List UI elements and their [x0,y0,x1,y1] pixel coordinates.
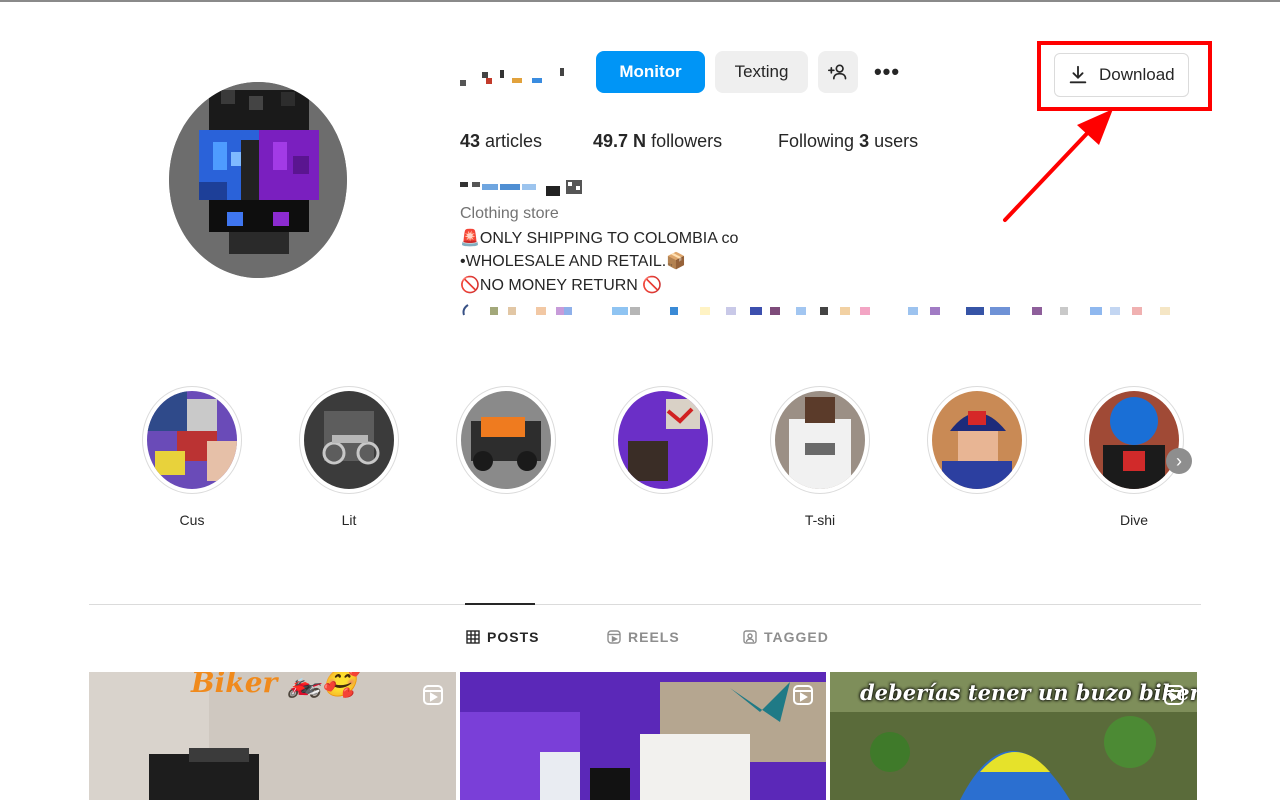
window-top-border [0,0,1280,2]
post-thumbnail[interactable]: deberías tener un buzo biker [830,672,1197,800]
highlight-label: Lit [341,512,357,528]
highlight-label: Cus [179,512,205,528]
highlight-image [461,391,551,489]
following-count: 3 [859,131,870,151]
highlight-ring[interactable] [456,386,556,494]
annotation-arrow-icon [1003,109,1113,222]
post-caption: deberías tener un buzo biker [860,680,1197,705]
reel-icon [793,685,813,705]
highlights-next-chevron-icon[interactable]: › [1166,448,1192,474]
bio-display-name [460,178,590,200]
post-caption: Biker 🏍️🥰 [191,672,357,699]
highlight-image [618,391,708,489]
monitor-button[interactable]: Monitor [596,51,705,93]
tab-tagged[interactable]: TAGGED [743,629,829,645]
following-suffix: users [874,131,919,151]
highlight-item[interactable] [613,386,713,494]
highlight-label: T-shi [804,512,836,528]
post-thumbnail[interactable]: Biker 🏍️🥰 [89,672,456,800]
bio-line-shipping: 🚨ONLY SHIPPING TO COLOMBIA co [460,230,739,247]
highlight-ring[interactable] [1084,386,1184,494]
tab-tagged-label: TAGGED [764,629,829,645]
highlight-ring[interactable] [613,386,713,494]
reel-icon [1164,685,1184,705]
highlight-image [147,391,237,489]
following-prefix: Following [778,131,855,151]
highlight-ring[interactable] [770,386,870,494]
highlight-item[interactable]: Lit [299,386,399,528]
highlight-label: Dive [1119,512,1148,528]
reel-icon [423,685,443,705]
add-user-icon [828,64,847,80]
highlight-item[interactable] [927,386,1027,494]
tagged-icon [743,630,757,644]
highlight-image [1089,391,1179,489]
tab-reels-label: REELS [628,629,680,645]
highlight-ring[interactable] [142,386,242,494]
grid-icon [466,630,480,644]
post-thumbnail[interactable] [460,672,826,800]
highlight-ring[interactable] [299,386,399,494]
profile-category: Clothing store [460,205,559,222]
followers-count: 49.7 N [593,131,647,151]
highlight-image [932,391,1022,489]
highlight-ring[interactable] [927,386,1027,494]
followers-stat[interactable]: 49.7 N followers [593,131,722,152]
highlight-image [304,391,394,489]
bio-link[interactable] [460,301,1190,319]
download-label: Download [1099,65,1175,84]
reels-icon [607,630,621,644]
more-options-icon[interactable]: ••• [870,59,904,84]
active-tab-indicator [465,603,535,605]
articles-stat[interactable]: 43 articles [460,131,542,152]
download-button[interactable]: Download [1054,53,1189,97]
bio-line-no-return: 🚫NO MONEY RETURN 🚫 [460,277,663,294]
tab-posts[interactable]: POSTS [466,629,539,645]
tab-posts-label: POSTS [487,629,540,645]
highlight-image [775,391,865,489]
tabs-divider [89,604,1201,605]
download-icon [1069,65,1087,84]
texting-button[interactable]: Texting [715,51,808,93]
followers-label: followers [651,131,723,151]
add-user-button[interactable] [818,51,858,93]
profile-username [460,62,572,88]
highlight-item[interactable] [456,386,556,494]
bio-line-wholesale: •WHOLESALE AND RETAIL.📦 [460,253,687,270]
profile-avatar[interactable] [169,82,347,278]
articles-label: articles [485,131,543,151]
highlight-item[interactable]: Cus [142,386,242,528]
tab-reels[interactable]: REELS [607,629,680,645]
following-stat[interactable]: Following 3 users [778,131,918,152]
highlight-item[interactable]: T-shi [770,386,870,528]
articles-count: 43 [460,131,481,151]
highlight-item[interactable]: Dive [1084,386,1184,528]
